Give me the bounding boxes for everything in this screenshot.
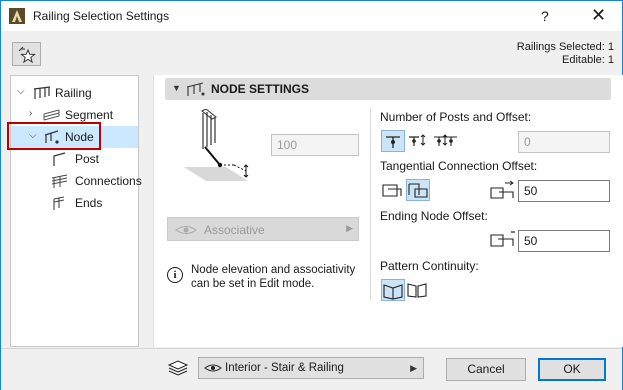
- railings-selected-count: Railings Selected: 1: [516, 41, 614, 53]
- tangential-offset-input[interactable]: 50: [518, 180, 610, 202]
- caret-right-icon: ▶: [410, 363, 417, 373]
- tree-label-post: Post: [75, 152, 100, 166]
- ok-button[interactable]: OK: [538, 358, 606, 381]
- ending-node-offset-input[interactable]: 50: [518, 230, 610, 252]
- tree-label-connections: Connections: [75, 174, 142, 188]
- posts-offset-input[interactable]: 0: [518, 131, 610, 153]
- selected-item-highlight: [7, 122, 101, 150]
- posts-mode-multiple-button[interactable]: [433, 130, 457, 152]
- eye-icon: [204, 364, 222, 372]
- post-single-icon: [386, 136, 400, 148]
- column-divider: [370, 108, 371, 300]
- tangential-offset-icon: [490, 180, 514, 199]
- posts-mode-offset-button[interactable]: [407, 130, 431, 152]
- tree-item-post[interactable]: Post: [11, 148, 138, 170]
- railing-icon: [33, 86, 51, 99]
- chevron-right-icon[interactable]: ›: [29, 108, 32, 119]
- favorites-button[interactable]: [12, 42, 41, 66]
- node-elevation-input[interactable]: 100: [271, 134, 359, 156]
- post-icon: [53, 152, 66, 166]
- tree-item-connections[interactable]: Connections: [11, 170, 142, 192]
- help-button[interactable]: ?: [541, 8, 549, 24]
- posts-offset-label: Number of Posts and Offset:: [380, 110, 532, 124]
- window-title: Railing Selection Settings: [33, 9, 170, 23]
- info-icon: i: [167, 267, 183, 283]
- posts-mode-single-button[interactable]: [381, 130, 405, 152]
- tree-item-ends[interactable]: Ends: [11, 192, 138, 214]
- ending-offset-icon: [490, 231, 515, 247]
- selection-info: Railings Selected: 1 Editable: 1: [517, 41, 614, 67]
- post-multiple-icon: [434, 134, 457, 146]
- tree-label-segment: Segment: [65, 108, 114, 122]
- app-icon: [9, 8, 25, 24]
- post-offset-icon: [409, 134, 426, 146]
- associative-label: Associative: [204, 223, 265, 237]
- layers-icon: [167, 360, 189, 376]
- close-button[interactable]: ✕: [591, 5, 606, 26]
- layer-label: Interior - Stair & Railing: [225, 362, 344, 374]
- layer-dropdown[interactable]: Interior - Stair & Railing ▶: [198, 357, 424, 379]
- tangential-a-icon: [382, 184, 402, 197]
- pattern-restart-icon: [407, 283, 427, 298]
- chevron-down-icon[interactable]: ⌵: [17, 86, 25, 97]
- node-settings-icon: [186, 82, 205, 96]
- section-title: NODE SETTINGS: [211, 82, 310, 96]
- node-preview-illustration: [184, 109, 249, 181]
- tangential-mode-b-button[interactable]: [406, 179, 430, 201]
- tree-label-ends: Ends: [75, 196, 103, 210]
- settings-tree[interactable]: ⌵ Railing › Segment ⌵ Node Post Connecti…: [10, 75, 142, 347]
- dialog-window: Railing Selection Settings ? ✕ Railings …: [0, 0, 623, 390]
- editable-count: Editable: 1: [562, 54, 614, 66]
- cancel-button[interactable]: Cancel: [446, 358, 526, 381]
- pattern-continuous-icon: [383, 284, 403, 300]
- tree-item-railing[interactable]: ⌵ Railing: [11, 82, 138, 104]
- segment-icon: [43, 109, 60, 121]
- tangential-offset-label: Tangential Connection Offset:: [380, 159, 538, 173]
- section-header[interactable]: ▼ NODE SETTINGS: [165, 78, 611, 100]
- connections-icon: [51, 174, 68, 188]
- ends-icon: [53, 196, 65, 210]
- ending-node-offset-label: Ending Node Offset:: [380, 209, 488, 223]
- eye-icon: [175, 226, 197, 234]
- tangential-b-icon: [408, 183, 428, 198]
- info-text: Node elevation and associativity can be …: [191, 264, 356, 290]
- pattern-continuous-button[interactable]: [381, 279, 405, 301]
- collapse-triangle-icon[interactable]: ▼: [172, 83, 181, 93]
- caret-right-icon: ▶: [346, 223, 353, 233]
- favorites-star-icon: [18, 46, 36, 63]
- tangential-mode-a-button[interactable]: [381, 179, 405, 201]
- tree-label-railing: Railing: [55, 86, 92, 100]
- associative-dropdown[interactable]: Associative ▶: [167, 217, 359, 241]
- pattern-restart-button[interactable]: [406, 279, 430, 301]
- title-bar[interactable]: Railing Selection Settings ? ✕: [1, 1, 622, 31]
- pattern-continuity-label: Pattern Continuity:: [380, 259, 479, 273]
